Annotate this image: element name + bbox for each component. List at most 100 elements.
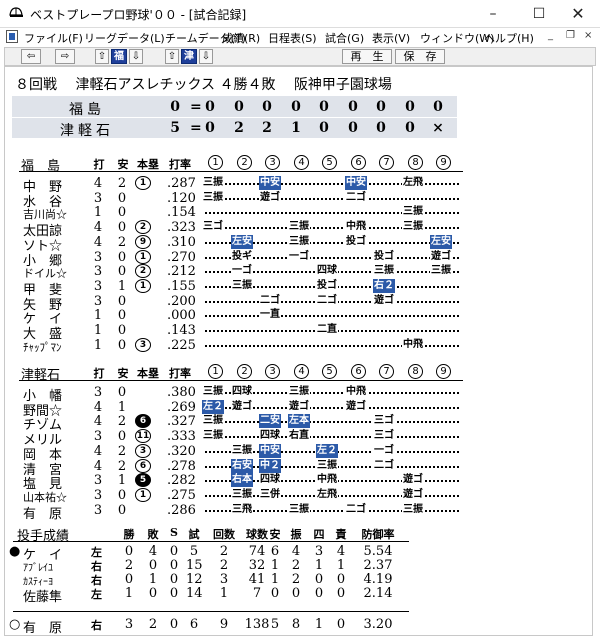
col-hits: 安 (117, 158, 129, 171)
mdi-restore-button[interactable]: ❐ (566, 30, 575, 41)
pitcher-stat: 4 (291, 544, 301, 559)
player-row[interactable]: 清 宮 4 2 6.278 右安 中２ 三振 二ゴ (5, 458, 594, 478)
replay-button[interactable]: 再 生 (342, 49, 392, 64)
player-batting-avg: .323 (167, 220, 196, 236)
plate-appearance-result: 三振 (316, 458, 338, 473)
player-batting-avg: .286 (167, 502, 196, 518)
plate-appearance-result: 左２ (202, 399, 224, 414)
home-divider (19, 380, 463, 381)
plate-appearance-result: 三振 (430, 264, 452, 279)
player-row[interactable]: 大 盛 1 0.143 二直 (5, 323, 594, 342)
player-hits: 0 (117, 502, 127, 518)
line-score-inning: 0 (433, 99, 443, 115)
menu-records[interactable]: 成績(R) (222, 30, 260, 46)
player-at-bats: 3 (93, 502, 103, 518)
minimize-button[interactable]: – (470, 0, 516, 28)
player-row[interactable]: 太田諒 4 0 2.323 三ゴ 三振 中飛 三振 (5, 220, 594, 239)
plate-appearance-result: 一ゴ (288, 249, 310, 264)
plate-appearance-result: 遊ゴ (259, 190, 281, 205)
menu-schedule[interactable]: 日程表(S) (268, 30, 317, 46)
player-row[interactable]: ケ イ 1 0.000 一直 (5, 308, 594, 327)
team1-button[interactable]: 福 (111, 49, 127, 64)
player-row[interactable]: 小 幡 3 0.380 三振 四球 三振 中飛 (5, 385, 594, 404)
pitcher-result-mark: ● (9, 544, 21, 559)
pitcher-row[interactable]: ｶｽﾃｨｰﾖ右 0 1 0 12 3 41 1 2 0 0 4.19 (5, 572, 600, 588)
pitcher-row[interactable]: ○ 有 原右 3 2 0 6 9 138 5 8 1 0 3.20 (5, 617, 600, 636)
plate-appearance-result: 三振 (202, 414, 224, 429)
pitcher-stat: 0 (124, 572, 134, 587)
col-at-bats: 打 (93, 367, 105, 380)
line-score-inning: 0 (405, 99, 415, 115)
team2-button[interactable]: 津 (181, 49, 197, 64)
player-hits: 0 (117, 385, 127, 400)
plate-appearance-result: 三振 (288, 234, 310, 249)
player-row[interactable]: 塩 見 3 1 5.282 右本 四球 中飛 遊ゴ (5, 473, 594, 492)
plate-appearance-result: 一直 (259, 308, 281, 323)
plate-appearance-result: 中安 (259, 443, 281, 458)
player-row[interactable]: 小 郷 3 0 1.270 投ギ 一ゴ 投ゴ 遊ゴ (5, 249, 594, 269)
document-icon[interactable] (6, 30, 18, 43)
pitching-header: 振 (290, 528, 302, 541)
pitcher-row[interactable]: ● ケ イ左 0 4 0 5 2 74 6 4 3 4 5.54 (5, 544, 600, 563)
player-at-bats: 4 (93, 458, 103, 474)
plate-appearance-result: 二ゴ (373, 458, 395, 473)
line-score: 福島 0 = 0 0 0 0 0 0 0 0 0 津軽石 5 = 0 2 2 1 0 0 0 0 × (12, 96, 457, 139)
plate-appearance-result: 三振 (231, 487, 253, 502)
player-row[interactable]: チゾム 4 2 6.327 三振 二安 左本 三ゴ (5, 414, 594, 433)
player-at-bats: 3 (93, 473, 103, 489)
player-homeruns: 2 (135, 220, 151, 235)
player-homeruns: 1 (135, 487, 151, 502)
plate-appearance-result: 投ゴ (345, 234, 367, 249)
mdi-close-button[interactable]: × (584, 30, 592, 41)
pitcher-stat: 1 (314, 558, 324, 573)
team2-down-button[interactable]: ⇩ (199, 49, 213, 64)
save-button[interactable]: 保 存 (395, 49, 445, 64)
close-button[interactable]: ✕ (556, 0, 600, 28)
player-row[interactable]: ﾁｬｯﾌﾟﾏﾝ 1 0 3 .225 中飛 (5, 337, 594, 354)
pitcher-stat: 1 (270, 558, 280, 573)
plate-appearance-result: 三振 (288, 220, 310, 235)
team-record: 津軽石アスレチックス ４勝４敗 (75, 77, 276, 93)
player-row[interactable]: ドイル☆ 3 0 2.212 一ゴ 四球 三振 三振 (5, 264, 594, 280)
player-row[interactable]: 中 野 4 2 1.287 三振 中安 中安 左飛 (5, 176, 594, 195)
team1-up-button[interactable]: ⇧ (95, 49, 109, 64)
player-batting-avg: .212 (167, 264, 196, 280)
plate-appearance-result: 一ゴ (231, 264, 253, 279)
line-score-inning: × (432, 120, 444, 136)
player-batting-avg: .120 (167, 190, 196, 206)
team2-up-button[interactable]: ⇧ (165, 49, 179, 64)
pitcher-row[interactable]: 佐藤隼左 1 0 0 14 1 7 0 0 0 0 2.14 (5, 586, 600, 605)
plate-appearance-result: 三振 (231, 278, 253, 293)
inning-number: 2 (237, 155, 252, 170)
pitcher-era: 2.14 (363, 586, 393, 601)
player-row[interactable]: 吉川尚☆ 1 0.154 三振 (5, 205, 594, 221)
plate-appearance-result: 二ゴ (345, 502, 367, 517)
menu-league-data[interactable]: リーグデータ(L) (84, 30, 165, 46)
plate-appearance-result: 右２ (373, 278, 395, 293)
player-row[interactable]: メリル 3 0 11.333 三振 四球 右直 三ゴ (5, 429, 594, 448)
player-at-bats: 3 (93, 278, 103, 294)
pitcher-stat: 0 (169, 572, 179, 587)
mdi-minimize-button[interactable]: _ (548, 30, 553, 41)
player-row[interactable]: 山本祐☆ 3 0 1.275 三振 三併 左飛 遊ゴ (5, 487, 594, 504)
pitcher-stat: 1 (270, 572, 280, 587)
menu-bar: ファイル(F) リーグデータ(L) チームデータ(T) 成績(R) 日程表(S)… (0, 28, 600, 46)
player-hits: 0 (117, 293, 127, 309)
prev-game-button[interactable]: ⇦ (21, 49, 41, 64)
player-row[interactable]: 矢 野 3 0.200 二ゴ 二ゴ 遊ゴ (5, 293, 594, 313)
team1-down-button[interactable]: ⇩ (129, 49, 143, 64)
player-row[interactable]: 甲 斐 3 1 1.155 三振 投ゴ 右２ (5, 278, 594, 298)
next-game-button[interactable]: ⇨ (55, 49, 75, 64)
menu-help[interactable]: ヘルプ(H) (484, 30, 534, 46)
pitcher-stat: 0 (169, 544, 179, 559)
pitcher-row[interactable]: ｱﾌﾞﾚｲﾕ右 2 0 0 15 2 32 1 2 1 1 2.37 (5, 558, 600, 574)
menu-file[interactable]: ファイル(F) (24, 30, 83, 46)
player-row[interactable]: ソト☆ 4 2 9.310 左安 三振 投ゴ 左安 (5, 234, 594, 254)
player-row[interactable]: 水 谷 3 0.120 三振 遊ゴ 二ゴ (5, 190, 594, 210)
menu-view[interactable]: 表示(V) (372, 30, 410, 46)
player-row[interactable]: 有 原 3 0 .286 三飛 三振 二ゴ 三振 (5, 502, 594, 522)
player-row[interactable]: 岡 本 4 2 3.320 三振 中安 左２ 一ゴ (5, 443, 594, 463)
inning-number: 5 (322, 155, 337, 170)
menu-game[interactable]: 試合(G) (325, 30, 364, 46)
player-row[interactable]: 野間☆ 4 1.269 左２ 遊ゴ 遊ゴ 遊ゴ (5, 399, 594, 419)
